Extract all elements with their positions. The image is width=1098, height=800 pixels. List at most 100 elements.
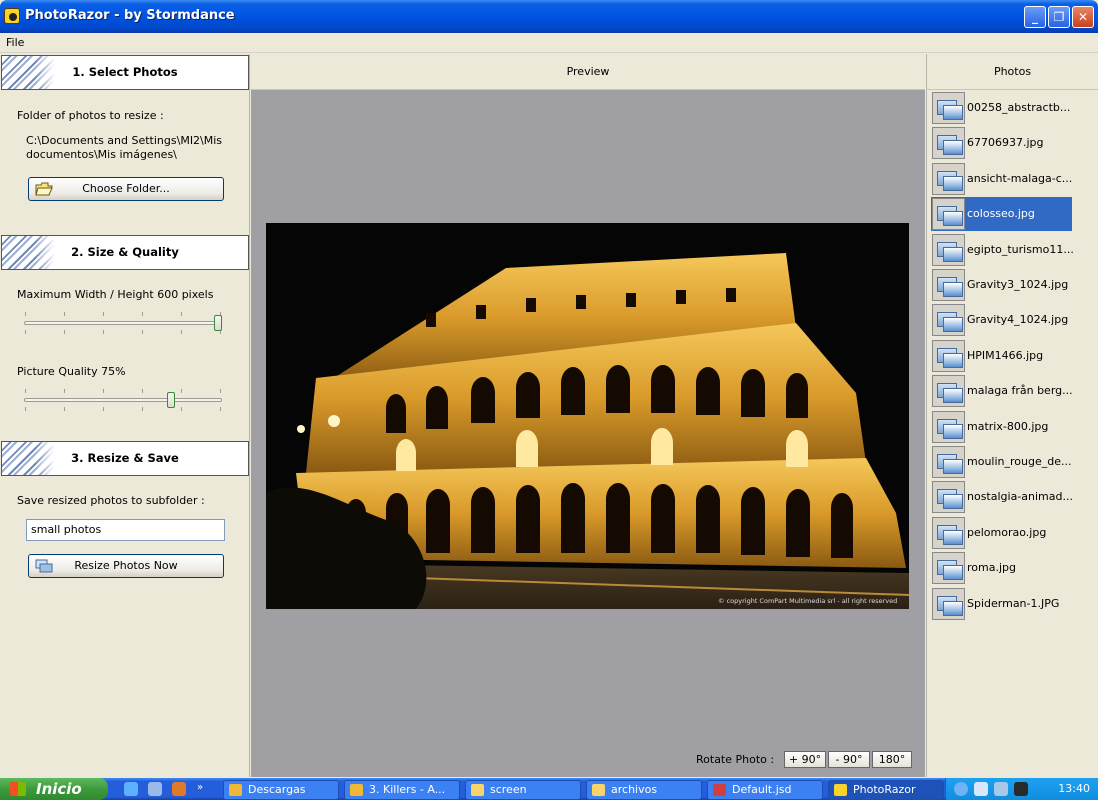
photo-thumbnail-icon [932,92,965,124]
taskbar-button[interactable]: archivos [586,780,702,800]
ie-icon[interactable] [124,782,138,796]
photo-list-item[interactable]: 00258_abstractb... [931,91,1072,125]
photo-file-name: matrix-800.jpg [967,419,1049,433]
photo-list-item[interactable]: egipto_turismo11... [931,233,1074,267]
photo-thumbnail-icon [932,269,965,301]
photo-thumbnail-icon [932,198,965,231]
media-icon[interactable] [172,782,186,796]
taskbar-button[interactable]: screen [465,780,581,800]
section-stripes-decoration [2,442,55,475]
system-tray: 13:40 [945,778,1098,800]
photo-thumbnail-icon [932,516,965,549]
subfolder-input[interactable]: small photos [26,519,225,541]
photo-list-item[interactable]: matrix-800.jpg [931,410,1072,444]
connection-icon[interactable] [974,782,988,796]
subfolder-label: Save resized photos to subfolder : [17,494,205,507]
title-bar[interactable]: PhotoRazor - by Stormdance _ ❐ ✕ [0,0,1098,33]
slider-tick [220,407,221,411]
copyright-text: © copyright ComPart Multimedia srl - all… [718,597,897,605]
size-slider[interactable] [24,312,222,334]
slider-tick [142,389,143,393]
photo-list-item[interactable]: Gravity3_1024.jpg [931,268,1072,302]
photo-list-item[interactable]: roma.jpg [931,551,1072,585]
photo-list-item[interactable]: Gravity4_1024.jpg [931,303,1072,337]
minimize-button[interactable]: _ [1024,6,1046,28]
quality-slider[interactable] [24,389,222,411]
taskbar-button-label: Descargas [248,783,306,796]
photo-thumbnail-icon [932,127,965,160]
photo-file-name: Spiderman-1.JPG [967,596,1060,610]
taskbar-button-label: Default.jsd [732,783,792,796]
photo-list-item[interactable]: pelomorao.jpg [931,516,1072,550]
taskbar-button-label: screen [490,783,527,796]
photo-thumbnail-icon [932,410,965,443]
photo-list-item[interactable]: 67706937.jpg [931,126,1072,160]
slider-tick [181,389,182,393]
close-button[interactable]: ✕ [1072,6,1094,28]
section-select-photos: 1. Select Photos [1,55,249,90]
quality-slider-thumb[interactable] [166,392,175,408]
choose-folder-label: Choose Folder... [82,182,170,195]
rotate-plus-90-button[interactable]: + 90° [784,751,826,768]
menu-file[interactable]: File [6,36,24,49]
taskbar-button[interactable]: Default.jsd [707,780,823,800]
task-icon[interactable] [1014,782,1028,796]
volume-icon[interactable] [994,782,1008,796]
taskbar-button[interactable]: 3. Killers - A... [344,780,460,800]
clock: 13:40 [1058,782,1090,795]
photo-file-name: Gravity3_1024.jpg [967,278,1069,291]
photo-thumbnail-icon [932,233,965,266]
taskbar-button[interactable]: Descargas [223,780,339,800]
start-label: Inicio [36,780,82,798]
taskbar-button[interactable]: PhotoRazor [828,780,944,800]
rotate-180-button[interactable]: 180° [872,751,912,768]
photo-file-name: egipto_turismo11... [967,242,1074,256]
choose-folder-button[interactable]: Choose Folder... [28,177,224,201]
photo-list-item[interactable]: moulin_rouge_de... [931,445,1072,479]
start-button[interactable]: Inicio [0,778,108,800]
section-title: 2. Size & Quality [71,245,179,259]
app-icon[interactable] [4,8,20,24]
desktop-icon[interactable] [148,782,162,796]
maximize-button[interactable]: ❐ [1048,6,1070,28]
slider-tick [220,389,221,393]
photo-file-name: 00258_abstractb... [967,101,1071,114]
slider-tick [103,407,104,411]
preview-image: © copyright ComPart Multimedia srl - all… [266,223,909,609]
slider-tick [25,330,26,334]
folder-path: C:\Documents and Settings\MI2\Mis docume… [26,134,223,161]
rotate-minus-90-button[interactable]: - 90° [828,751,870,768]
left-panel: 1. Select Photos Folder of photos to res… [0,54,250,777]
taskbar-button-label: 3. Killers - A... [369,783,446,796]
photos-list[interactable]: 00258_abstractb... 67706937.jpg ansicht-ma… [926,90,1098,777]
chevron-right-icon[interactable]: » [197,782,211,796]
photo-thumbnail-icon [932,481,965,514]
resize-photos-button[interactable]: Resize Photos Now [28,554,224,578]
folder-label: Folder of photos to resize : [17,109,164,122]
photos-header: Photos [926,54,1098,90]
resize-photos-label: Resize Photos Now [74,559,178,572]
photo-list-item[interactable]: colosseo.jpg [931,197,1072,232]
section-resize-save: 3. Resize & Save [1,441,249,476]
section-stripes-decoration [2,236,55,269]
photo-thumbnail-icon [932,587,965,620]
photo-list-item[interactable]: malaga från berg... [931,374,1073,408]
photo-list-item[interactable]: ansicht-malaga-c... [931,162,1072,196]
photo-thumbnail-icon [932,375,965,408]
photo-file-name: roma.jpg [967,561,1016,575]
slider-tick [181,407,182,411]
slider-tick [64,312,65,316]
photo-file-name: malaga från berg... [967,384,1073,398]
slider-track[interactable] [24,321,222,325]
photo-list-item[interactable]: HPIM1466.jpg [931,339,1072,373]
slider-tick [103,389,104,393]
slider-tick [64,389,65,393]
size-label: Maximum Width / Height 600 pixels [17,288,214,301]
photo-list-item[interactable]: nostalgia-animad... [931,480,1073,514]
size-slider-thumb[interactable] [214,315,222,331]
slider-track[interactable] [24,398,222,402]
network-icon[interactable] [954,782,968,796]
photo-list-item[interactable]: Spiderman-1.JPG [931,587,1072,621]
photo-file-name: Gravity4_1024.jpg [967,313,1069,327]
slider-tick [64,330,65,334]
